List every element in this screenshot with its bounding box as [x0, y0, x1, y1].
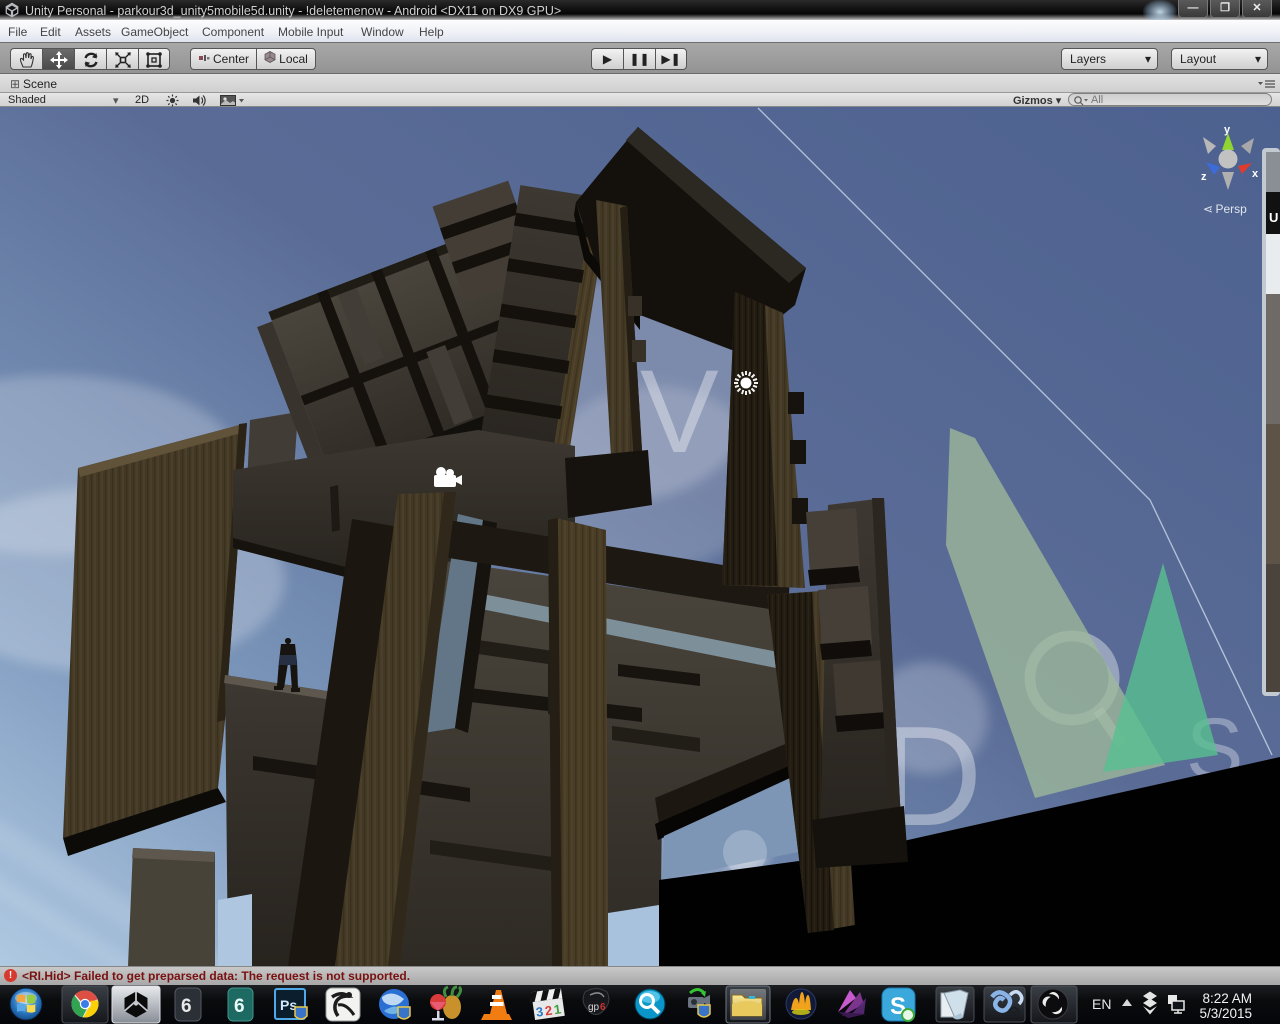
svg-text:6: 6 — [600, 1002, 606, 1013]
svg-text:U: U — [1269, 210, 1278, 225]
svg-text:z: z — [1201, 171, 1207, 183]
svg-text:6: 6 — [181, 996, 192, 1017]
svg-text:EN: EN — [1092, 996, 1111, 1012]
svg-text:gp: gp — [588, 1002, 600, 1013]
svg-text:V: V — [640, 346, 719, 478]
svg-text:y: y — [1224, 124, 1231, 136]
svg-text:6: 6 — [234, 996, 245, 1017]
svg-text:x: x — [1252, 168, 1259, 180]
svg-text:⋖ Persp: ⋖ Persp — [1203, 202, 1247, 216]
svg-text:5/3/2015: 5/3/2015 — [1199, 1006, 1252, 1021]
svg-text:8:22 AM: 8:22 AM — [1202, 991, 1252, 1006]
